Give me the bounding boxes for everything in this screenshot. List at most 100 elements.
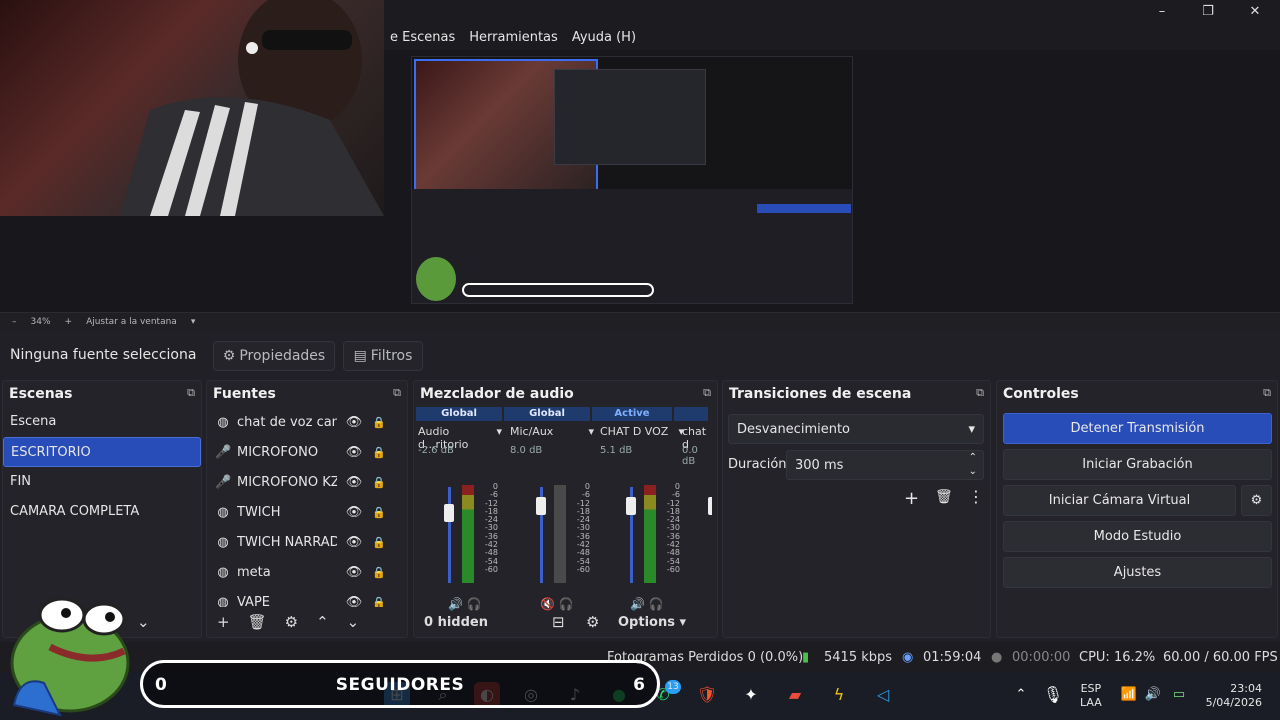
- clock-date: 5/04/2026: [1205, 696, 1262, 709]
- zoom-out-button[interactable]: –: [12, 317, 17, 327]
- language-layout: LAA: [1080, 696, 1102, 709]
- arrow-up-icon[interactable]: ⌃: [316, 613, 329, 631]
- eye-icon[interactable]: 👁: [343, 535, 365, 550]
- fader-handle[interactable]: [626, 496, 636, 515]
- lock-icon[interactable]: 🔒: [371, 446, 387, 459]
- brave-icon[interactable]: 🛡: [694, 682, 720, 708]
- source-item[interactable]: ◍ chat de voz cana 👁 🔒: [207, 407, 407, 437]
- undock-icon[interactable]: ⧉: [187, 386, 195, 402]
- language-indicator[interactable]: ESP LAA: [1080, 682, 1102, 710]
- source-item[interactable]: 🎤 MICROFONO KZ 👁 🔒: [207, 467, 407, 497]
- trash-icon[interactable]: 🗑: [935, 489, 953, 505]
- mixer-channel: Mic/Aux ▾ 8.0 dB 0 -6 -12 -18 -24 -30 -36 -42 -48 -5…: [510, 425, 598, 611]
- fader-handle[interactable]: [708, 496, 712, 515]
- add-icon[interactable]: +: [217, 613, 230, 631]
- filters-button[interactable]: ▤ Filtros: [343, 341, 423, 371]
- gear-icon[interactable]: ⚙: [285, 613, 298, 631]
- settings-button[interactable]: Ajustes: [1003, 557, 1272, 588]
- clock-time: 23:04: [1230, 682, 1262, 695]
- eye-icon[interactable]: 👁: [343, 475, 365, 490]
- chevron-up-icon[interactable]: ⌃: [1008, 682, 1034, 708]
- chevron-down-icon[interactable]: ⌄: [137, 613, 150, 631]
- undock-icon[interactable]: ⧉: [703, 386, 711, 402]
- advanced-settings-icon[interactable]: ⚙: [586, 613, 618, 631]
- lock-icon[interactable]: 🔒: [371, 506, 387, 519]
- eye-icon[interactable]: 👁: [343, 595, 365, 608]
- vscode-icon[interactable]: ◁: [870, 682, 896, 708]
- lock-icon[interactable]: 🔒: [371, 536, 387, 549]
- record-time: 00:00:00: [1012, 650, 1071, 665]
- wifi-icon[interactable]: 📶: [1116, 682, 1142, 708]
- program-preview[interactable]: [411, 56, 853, 304]
- studio-mode-button[interactable]: Modo Estudio: [1003, 521, 1272, 552]
- app-icon[interactable]: ▰: [782, 682, 808, 708]
- eye-icon[interactable]: 👁: [343, 445, 365, 460]
- lock-icon[interactable]: 🔒: [371, 566, 387, 579]
- app-icon[interactable]: ϟ: [826, 682, 852, 708]
- duration-input[interactable]: 300 ms ⌃ ⌄: [786, 450, 984, 480]
- volume-icon[interactable]: 🔊: [1140, 682, 1166, 708]
- menu-tools[interactable]: Herramientas: [469, 30, 558, 45]
- hidden-count[interactable]: 0 hidden: [424, 615, 552, 630]
- fit-window-button[interactable]: Ajustar a la ventana: [86, 317, 177, 327]
- scene-item[interactable]: FIN: [3, 467, 201, 497]
- menu-scenes[interactable]: e Escenas: [390, 30, 455, 45]
- layout-icon[interactable]: ⊟: [552, 613, 586, 631]
- source-item[interactable]: 🎤 MICROFONO 👁 🔒: [207, 437, 407, 467]
- close-button[interactable]: ✕: [1235, 2, 1275, 22]
- followers-title: SEGUIDORES: [335, 675, 465, 695]
- source-item[interactable]: ◍ TWICH 👁 🔒: [207, 497, 407, 527]
- undock-icon[interactable]: ⧉: [976, 386, 984, 402]
- volume-meter: [554, 485, 566, 583]
- source-name: TWICH: [237, 504, 281, 520]
- app-icon[interactable]: ✦: [738, 682, 764, 708]
- undock-icon[interactable]: ⧉: [1263, 386, 1271, 402]
- virtual-camera-button[interactable]: Iniciar Cámara Virtual: [1003, 485, 1236, 516]
- sources-dock: Fuentes ⧉ ◍ chat de voz cana 👁 🔒 🎤 MICROFONO 👁 🔒…: [206, 380, 408, 638]
- source-item[interactable]: ◍ VAPE 👁 🔒: [207, 587, 407, 608]
- menu-help[interactable]: Ayuda (H): [572, 30, 636, 45]
- controls-title: Controles: [1003, 386, 1079, 402]
- scene-item-selected[interactable]: ESCRITORIO: [3, 437, 201, 467]
- maximize-button[interactable]: ❐: [1188, 2, 1228, 22]
- fader-handle[interactable]: [536, 496, 546, 515]
- undock-icon[interactable]: ⧉: [393, 386, 401, 402]
- chevron-down-icon[interactable]: ▾: [588, 425, 594, 441]
- lock-icon[interactable]: 🔒: [371, 416, 387, 429]
- battery-icon[interactable]: ▭: [1166, 682, 1192, 708]
- minimize-button[interactable]: –: [1142, 2, 1182, 22]
- more-icon[interactable]: ⋮: [968, 487, 984, 506]
- stream-time: 01:59:04: [923, 650, 982, 665]
- filters-label: Filtros: [370, 348, 413, 364]
- source-item[interactable]: ◍ TWICH NARRADO 👁 🔒: [207, 527, 407, 557]
- fader-handle[interactable]: [444, 504, 454, 523]
- microphone-icon[interactable]: 🎙: [1040, 682, 1066, 708]
- source-item[interactable]: ◍ meta 👁 🔒: [207, 557, 407, 587]
- scene-item[interactable]: Escena: [3, 407, 201, 437]
- lock-icon[interactable]: 🔒: [371, 476, 387, 489]
- lock-icon[interactable]: 🔒: [371, 596, 387, 608]
- trash-icon[interactable]: 🗑: [248, 613, 267, 631]
- properties-button[interactable]: ⚙ Propiedades: [213, 341, 335, 371]
- chevron-down-icon[interactable]: ▾: [496, 425, 502, 441]
- eye-icon[interactable]: 👁: [343, 415, 365, 430]
- add-icon[interactable]: +: [904, 488, 919, 509]
- obs-window: – ❐ ✕ e Escenas Herramientas Ayuda (H) –…: [0, 0, 1280, 720]
- zoom-in-button[interactable]: +: [65, 317, 73, 327]
- menu-bar: e Escenas Herramientas Ayuda (H): [384, 24, 1280, 50]
- transition-select[interactable]: Desvanecimiento ▾: [728, 414, 984, 444]
- arrow-down-icon[interactable]: ⌄: [347, 613, 360, 631]
- virtual-camera-settings-button[interactable]: ⚙: [1241, 485, 1272, 516]
- scene-item[interactable]: CAMARA COMPLETA: [3, 497, 201, 527]
- volume-fader[interactable]: [448, 487, 451, 583]
- mixer-channel: chat d 0.0 dB: [682, 425, 712, 595]
- eye-icon[interactable]: 👁: [343, 505, 365, 520]
- start-recording-button[interactable]: Iniciar Grabación: [1003, 449, 1272, 480]
- spin-arrows-icon[interactable]: ⌃ ⌄: [969, 451, 977, 479]
- clock[interactable]: 23:04 5/04/2026: [1196, 682, 1262, 710]
- stop-stream-button[interactable]: Detener Transmisión: [1003, 413, 1272, 444]
- eye-icon[interactable]: 👁: [343, 565, 365, 580]
- mic-icon: 🎤: [215, 474, 232, 490]
- zoom-dropdown-icon[interactable]: ▾: [191, 317, 196, 327]
- options-button[interactable]: Options ▾: [618, 615, 686, 630]
